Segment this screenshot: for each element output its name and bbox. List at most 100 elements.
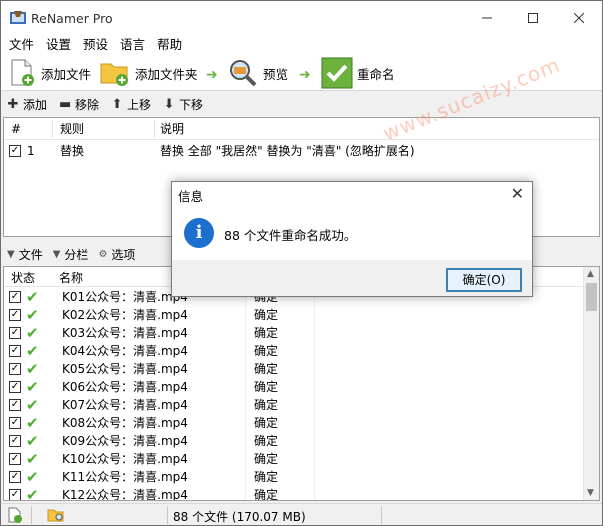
file-result: 确定	[245, 342, 315, 360]
files-col-status[interactable]: 状态	[11, 269, 35, 286]
file-row[interactable]: ✓ ✔ K06公众号：清喜.mp4 确定	[4, 378, 584, 396]
file-name: K05公众号：清喜.mp4	[62, 362, 188, 376]
file-checkbox[interactable]: ✓	[9, 435, 21, 447]
file-row[interactable]: ✓ ✔ K09公众号：清喜.mp4 确定	[4, 432, 584, 450]
file-checkbox[interactable]: ✓	[9, 327, 21, 339]
file-row[interactable]: ✓ ✔ K08公众号：清喜.mp4 确定	[4, 414, 584, 432]
scrollbar-thumb[interactable]	[586, 283, 597, 311]
file-checkbox[interactable]: ✓	[9, 489, 21, 500]
file-result: 确定	[245, 432, 315, 450]
rules-col-desc[interactable]: 说明	[160, 118, 184, 140]
file-checkbox[interactable]: ✓	[9, 363, 21, 375]
move-up-label: 上移	[127, 97, 152, 112]
add-files-button[interactable]: 添加文件	[7, 57, 91, 89]
options-menu-label: 选项	[111, 247, 136, 262]
dialog-body: i 88 个文件重命名成功。	[172, 206, 532, 260]
arrow-down-icon: ⬇	[163, 96, 175, 112]
options-menu-button[interactable]: ⚙ 选项	[98, 246, 135, 263]
file-row[interactable]: ✓ ✔ K11公众号：清喜.mp4 确定	[4, 468, 584, 486]
file-name: K08公众号：清喜.mp4	[62, 416, 188, 430]
file-row[interactable]: ✓ ✔ K03公众号：清喜.mp4 确定	[4, 324, 584, 342]
rules-col-rule[interactable]: 规则	[60, 118, 84, 140]
add-rule-label: 添加	[23, 97, 48, 112]
file-checkbox[interactable]: ✓	[9, 309, 21, 321]
add-folder-icon	[100, 63, 128, 86]
menu-help[interactable]: 帮助	[151, 35, 188, 55]
menu-file[interactable]: 文件	[3, 35, 40, 55]
add-file-icon	[11, 59, 34, 86]
menu-bar: 文件 设置 预设 语言 帮助	[1, 35, 602, 55]
success-check-icon: ✔	[26, 288, 39, 306]
file-row[interactable]: ✓ ✔ K02公众号：清喜.mp4 确定	[4, 306, 584, 324]
files-col-name[interactable]: 名称	[59, 269, 83, 286]
file-count-summary: 88 个文件 (170.07 MB)	[173, 510, 306, 524]
success-check-icon: ✔	[26, 324, 39, 342]
vertical-scrollbar[interactable]: ▲ ▼	[583, 267, 599, 500]
success-check-icon: ✔	[26, 360, 39, 378]
dialog-message: 88 个文件重命名成功。	[224, 228, 357, 243]
file-name: K04公众号：清喜.mp4	[62, 344, 188, 358]
rule-row[interactable]: ✓ 1 替换 替换 全部 "我居然" 替换为 "清喜" (忽略扩展名)	[4, 140, 599, 162]
dialog-title: 信息	[178, 189, 204, 204]
dialog-ok-button[interactable]: 确定(O)	[446, 268, 522, 292]
add-folder-button[interactable]: 添加文件夹	[99, 57, 198, 89]
info-dialog: 信息 ✕ i 88 个文件重命名成功。 确定(O)	[171, 181, 533, 297]
maximize-button[interactable]	[510, 1, 556, 35]
file-result: 确定	[245, 396, 315, 414]
dialog-close-icon[interactable]: ✕	[511, 184, 524, 203]
success-check-icon: ✔	[26, 306, 39, 324]
success-check-icon: ✔	[26, 414, 39, 432]
file-checkbox[interactable]: ✓	[9, 345, 21, 357]
columns-menu-label: 分栏	[64, 247, 89, 262]
file-row[interactable]: ✓ ✔ K10公众号：清喜.mp4 确定	[4, 450, 584, 468]
success-check-icon: ✔	[26, 396, 39, 414]
rule-checkbox[interactable]: ✓	[9, 145, 21, 157]
file-row[interactable]: ✓ ✔ K05公众号：清喜.mp4 确定	[4, 360, 584, 378]
success-check-icon: ✔	[26, 342, 39, 360]
remove-rule-label: 移除	[75, 97, 100, 112]
file-name: K09公众号：清喜.mp4	[62, 434, 188, 448]
file-checkbox[interactable]: ✓	[9, 399, 21, 411]
preview-button[interactable]: 预览	[227, 57, 288, 89]
success-check-icon: ✔	[26, 378, 39, 396]
rule-name: 替换	[60, 144, 85, 158]
file-row[interactable]: ✓ ✔ K04公众号：清喜.mp4 确定	[4, 342, 584, 360]
file-row[interactable]: ✓ ✔ K12公众号：清喜.mp4 确定	[4, 486, 584, 500]
status-bar: 88 个文件 (170.07 MB)	[1, 503, 602, 525]
menu-language[interactable]: 语言	[114, 35, 151, 55]
file-result: 确定	[245, 414, 315, 432]
files-menu-button[interactable]: ▼ 文件	[7, 246, 43, 263]
file-row[interactable]: ✓ ✔ K07公众号：清喜.mp4 确定	[4, 396, 584, 414]
success-check-icon: ✔	[26, 432, 39, 450]
move-down-button[interactable]: ⬇ 下移	[163, 96, 203, 113]
close-button[interactable]	[556, 1, 602, 35]
file-checkbox[interactable]: ✓	[9, 471, 21, 483]
rename-button[interactable]: 重命名	[321, 57, 395, 89]
arrow-up-icon: ⬆	[111, 96, 123, 112]
folder-search-icon[interactable]	[47, 507, 65, 523]
menu-settings[interactable]: 设置	[40, 35, 77, 55]
file-result: 确定	[245, 306, 315, 324]
add-folder-label: 添加文件夹	[135, 66, 198, 82]
file-result: 确定	[245, 360, 315, 378]
rules-col-num[interactable]: #	[11, 118, 21, 140]
file-checkbox[interactable]: ✓	[9, 291, 21, 303]
scroll-up-icon[interactable]: ▲	[587, 269, 594, 279]
add-files-label: 添加文件	[41, 66, 92, 82]
minimize-button[interactable]	[464, 1, 510, 35]
dropdown-icon: ▼	[52, 248, 61, 260]
file-checkbox[interactable]: ✓	[9, 417, 21, 429]
rules-action-bar: ✚ 添加 ▬ 移除 ⬆ 上移 ⬇ 下移	[1, 93, 602, 115]
move-up-button[interactable]: ⬆ 上移	[111, 96, 151, 113]
remove-rule-button[interactable]: ▬ 移除	[59, 96, 99, 113]
file-name: K06公众号：清喜.mp4	[62, 380, 188, 394]
success-check-icon: ✔	[26, 450, 39, 468]
add-file-icon[interactable]	[7, 507, 23, 523]
scroll-down-icon[interactable]: ▼	[587, 488, 594, 498]
file-checkbox[interactable]: ✓	[9, 381, 21, 393]
menu-presets[interactable]: 预设	[77, 35, 114, 55]
file-checkbox[interactable]: ✓	[9, 453, 21, 465]
columns-menu-button[interactable]: ▼ 分栏	[53, 246, 89, 263]
add-rule-button[interactable]: ✚ 添加	[7, 96, 47, 113]
column-separator	[154, 120, 155, 138]
